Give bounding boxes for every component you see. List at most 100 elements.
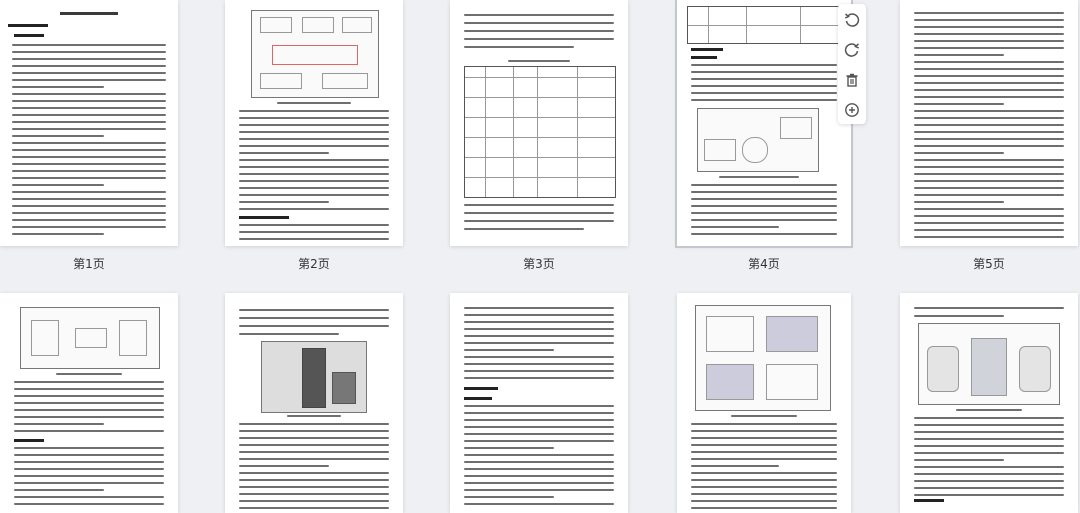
text-line [239, 333, 339, 335]
figure-caption [287, 415, 341, 417]
text-line [464, 314, 614, 316]
page-thumbnail-9[interactable] [677, 293, 851, 513]
text-line [914, 12, 1064, 14]
text-line [464, 212, 614, 214]
text-line [12, 177, 166, 179]
text-line [464, 349, 554, 351]
flywheel-photo-figure [261, 341, 367, 413]
text-line [914, 452, 1064, 454]
text-line [691, 451, 837, 453]
text-line [14, 381, 164, 383]
text-line [14, 503, 164, 505]
text-line [14, 454, 164, 456]
text-line [914, 431, 1064, 433]
text-line [12, 79, 166, 81]
text-line [464, 489, 614, 491]
text-line [239, 117, 389, 119]
text-line [14, 489, 104, 491]
text-line [12, 135, 105, 137]
section-heading [691, 56, 717, 59]
page-thumbnail-7[interactable] [225, 293, 403, 513]
text-line [914, 89, 1064, 91]
text-line [14, 482, 164, 484]
page-thumbnail-10[interactable] [900, 293, 1078, 513]
text-line [14, 475, 164, 477]
text-line [464, 14, 614, 16]
text-line [464, 503, 614, 505]
text-line [914, 480, 1064, 482]
text-line [914, 159, 1064, 161]
page-label-5: 第5页 [973, 257, 1005, 271]
text-line [12, 72, 166, 74]
text-line [464, 228, 584, 230]
text-line [12, 86, 105, 88]
page-thumbnail-3[interactable] [450, 0, 628, 246]
text-line [12, 212, 166, 214]
text-line [239, 423, 389, 425]
text-line [914, 459, 1004, 461]
text-line [914, 208, 1064, 210]
figure-caption [277, 102, 351, 104]
text-line [691, 71, 837, 73]
text-line [914, 96, 1064, 98]
text-line [464, 307, 614, 309]
page-label-4: 第4页 [748, 257, 780, 271]
page-thumbnail-8[interactable] [450, 293, 628, 513]
turbine-diagram-figure [20, 307, 160, 369]
text-line [691, 507, 837, 509]
page-thumbnail-6[interactable] [0, 293, 178, 513]
page-label-2: 第2页 [298, 257, 330, 271]
text-line [914, 438, 1064, 440]
page-thumbnail-2[interactable] [225, 0, 403, 246]
text-line [914, 417, 1064, 419]
text-line [239, 201, 329, 203]
text-line [691, 184, 837, 186]
text-line [12, 100, 166, 102]
text-line [691, 423, 837, 425]
text-line [914, 180, 1064, 182]
delete-icon[interactable] [842, 70, 862, 90]
text-line [914, 40, 1064, 42]
figure-caption [56, 373, 122, 375]
text-line [914, 215, 1064, 217]
text-line [914, 26, 1064, 28]
text-line [464, 496, 554, 498]
page-thumbnail-5[interactable] [900, 0, 1078, 246]
text-line [12, 184, 105, 186]
text-line [239, 317, 389, 319]
text-line [691, 205, 837, 207]
text-line [239, 465, 329, 467]
text-line [914, 187, 1064, 189]
data-table [464, 66, 616, 198]
text-line [691, 493, 837, 495]
hydro-storage-figure [697, 108, 819, 172]
text-line [464, 405, 614, 407]
text-line [914, 61, 1064, 63]
text-line [464, 46, 574, 48]
rotate-left-icon[interactable] [842, 10, 862, 30]
text-line [239, 145, 389, 147]
text-line [12, 93, 166, 95]
text-line [914, 424, 1064, 426]
text-line [239, 472, 389, 474]
text-line [914, 152, 1004, 154]
rotate-right-icon[interactable] [842, 40, 862, 60]
text-line [239, 166, 389, 168]
text-line [239, 458, 389, 460]
page-title-line [60, 12, 118, 15]
text-line [12, 205, 166, 207]
add-icon[interactable] [842, 100, 862, 120]
text-line [14, 388, 164, 390]
text-line [914, 229, 1064, 231]
text-line [12, 142, 166, 144]
text-line [464, 335, 614, 337]
table-caption [508, 60, 570, 62]
text-line [691, 233, 837, 235]
text-line [914, 117, 1064, 119]
page-thumbnail-1[interactable] [0, 0, 178, 246]
text-line [914, 110, 1064, 112]
text-line [239, 194, 389, 196]
page-thumbnail-4[interactable] [675, 0, 853, 248]
text-line [239, 152, 329, 154]
text-line [691, 472, 837, 474]
